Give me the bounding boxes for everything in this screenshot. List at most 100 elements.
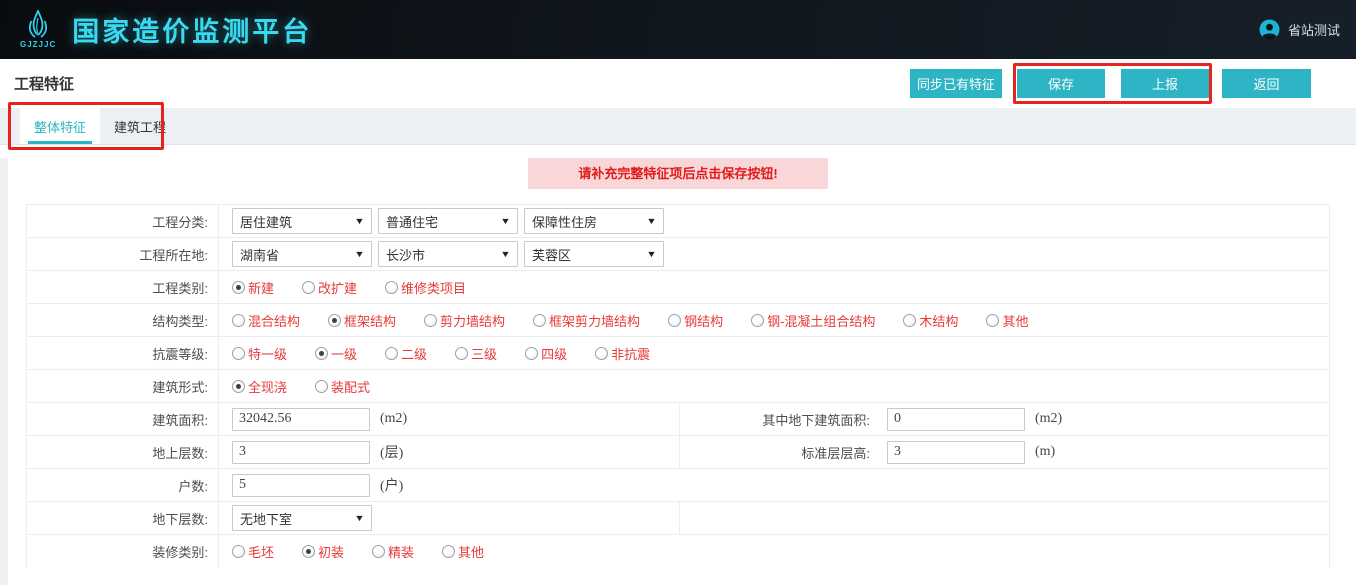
radio-maintenance-project[interactable]: 维修类项目 xyxy=(385,278,466,297)
form-row-project-type: 工程类别: 新建 改扩建 维修类项目 xyxy=(27,271,1329,304)
radio-new-construction[interactable]: 新建 xyxy=(232,278,274,297)
radio-special-grade-1[interactable]: 特一级 xyxy=(232,344,287,363)
radio-grade-2[interactable]: 二级 xyxy=(385,344,427,363)
radio-basic-decoration[interactable]: 初装 xyxy=(302,542,344,561)
form-row-building-form: 建筑形式: 全现浇 装配式 xyxy=(27,370,1329,403)
radio-renovation-expansion[interactable]: 改扩建 xyxy=(302,278,357,297)
form-row-structure-type: 结构类型: 混合结构 框架结构 剪力墙结构 框架剪力墙结构 xyxy=(27,304,1329,337)
radio-circle-icon xyxy=(751,314,764,327)
standard-floor-height-label: 标准层层高: xyxy=(680,443,870,462)
radio-grade-3[interactable]: 三级 xyxy=(455,344,497,363)
radio-other-decoration[interactable]: 其他 xyxy=(442,542,484,561)
dropdown-arrow-icon: ▼ xyxy=(500,216,511,226)
radio-circle-icon xyxy=(302,545,315,558)
underground-area-unit: (m2) xyxy=(1035,411,1062,427)
radio-cast-in-place[interactable]: 全现浇 xyxy=(232,377,287,396)
tab-construction-engineering[interactable]: 建筑工程 xyxy=(100,108,180,144)
radio-fine-decoration[interactable]: 精装 xyxy=(372,542,414,561)
form-row-seismic-grade: 抗震等级: 特一级 一级 二级 三级 xyxy=(27,337,1329,370)
form-row-underground-floors: 地下层数: 无地下室 ▼ xyxy=(27,502,1329,535)
radio-non-seismic[interactable]: 非抗震 xyxy=(595,344,650,363)
main-content: 请补充完整特征项后点击保存按钮! 工程分类: 居住建筑 ▼ 普通住宅 ▼ 保障性… xyxy=(0,158,1356,568)
form-row-decoration-type: 装修类别: 毛坯 初装 精装 其他 xyxy=(27,535,1329,568)
building-form-label: 建筑形式: xyxy=(27,370,219,402)
save-button[interactable]: 保存 xyxy=(1017,69,1105,98)
underground-floors-label: 地下层数: xyxy=(27,502,219,534)
radio-grade-4[interactable]: 四级 xyxy=(525,344,567,363)
radio-circle-icon xyxy=(232,347,245,360)
radio-grade-1[interactable]: 一级 xyxy=(315,344,357,363)
radio-rough-decoration[interactable]: 毛坯 xyxy=(232,542,274,561)
feature-form-table: 工程分类: 居住建筑 ▼ 普通住宅 ▼ 保障性住房 ▼ 工程所在地: xyxy=(26,204,1330,568)
radio-circle-icon xyxy=(232,281,245,294)
project-class-select-3[interactable]: 保障性住房 ▼ xyxy=(524,208,664,234)
seismic-grade-label: 抗震等级: xyxy=(27,337,219,369)
form-row-building-area: 建筑面积: (m2) 其中地下建筑面积: (m2) xyxy=(27,403,1329,436)
app-header: GJZJJC 国家造价监测平台 省站测试 xyxy=(0,0,1356,59)
radio-circle-icon xyxy=(232,545,245,558)
radio-circle-icon xyxy=(533,314,546,327)
radio-circle-icon xyxy=(668,314,681,327)
floors-above-input[interactable] xyxy=(232,441,370,464)
project-class-select-1[interactable]: 居住建筑 ▼ xyxy=(232,208,372,234)
tab-overall-features[interactable]: 整体特征 xyxy=(20,108,100,144)
app-logo: GJZJJC xyxy=(20,10,56,49)
district-select[interactable]: 芙蓉区 ▼ xyxy=(524,241,664,267)
radio-steel-concrete-composite[interactable]: 钢-混凝土组合结构 xyxy=(751,311,875,330)
form-row-households: 户数: (户) xyxy=(27,469,1329,502)
form-row-floors-above: 地上层数: (层) 标准层层高: (m) xyxy=(27,436,1329,469)
back-button[interactable]: 返回 xyxy=(1222,69,1311,98)
radio-other-structure[interactable]: 其他 xyxy=(986,311,1028,330)
left-gutter xyxy=(0,158,8,585)
city-select[interactable]: 长沙市 ▼ xyxy=(378,241,518,267)
radio-circle-icon xyxy=(424,314,437,327)
radio-circle-icon xyxy=(315,380,328,393)
radio-circle-icon xyxy=(385,347,398,360)
standard-floor-height-input[interactable] xyxy=(887,441,1025,464)
radio-circle-icon xyxy=(442,545,455,558)
building-area-input[interactable] xyxy=(232,408,370,431)
user-menu[interactable]: 省站测试 xyxy=(1259,19,1340,40)
flame-logo-icon xyxy=(23,10,53,42)
radio-circle-icon xyxy=(328,314,341,327)
dropdown-arrow-icon: ▼ xyxy=(354,249,365,259)
households-input[interactable] xyxy=(232,474,370,497)
radio-frame-structure[interactable]: 框架结构 xyxy=(328,311,396,330)
sync-features-button[interactable]: 同步已有特征 xyxy=(910,69,1002,98)
underground-area-label: 其中地下建筑面积: xyxy=(680,410,870,429)
floors-above-label: 地上层数: xyxy=(27,436,219,468)
project-class-select-2[interactable]: 普通住宅 ▼ xyxy=(378,208,518,234)
radio-wood-structure[interactable]: 木结构 xyxy=(903,311,958,330)
radio-frame-shear-wall-structure[interactable]: 框架剪力墙结构 xyxy=(533,311,640,330)
dropdown-arrow-icon: ▼ xyxy=(646,249,657,259)
tab-strip: 整体特征 建筑工程 xyxy=(0,108,1356,145)
radio-circle-icon xyxy=(232,380,245,393)
project-class-label: 工程分类: xyxy=(27,205,219,237)
radio-circle-icon xyxy=(302,281,315,294)
building-area-unit: (m2) xyxy=(380,411,407,427)
radio-steel-structure[interactable]: 钢结构 xyxy=(668,311,723,330)
radio-circle-icon xyxy=(315,347,328,360)
user-name: 省站测试 xyxy=(1288,20,1340,39)
user-avatar-icon xyxy=(1259,19,1280,40)
radio-prefabricated[interactable]: 装配式 xyxy=(315,377,370,396)
dropdown-arrow-icon: ▼ xyxy=(500,249,511,259)
decoration-type-label: 装修类别: xyxy=(27,535,219,568)
form-row-project-class: 工程分类: 居住建筑 ▼ 普通住宅 ▼ 保障性住房 ▼ xyxy=(27,205,1329,238)
report-button[interactable]: 上报 xyxy=(1121,69,1209,98)
toolbar-buttons: 同步已有特征 保存 上报 返回 xyxy=(910,69,1311,98)
radio-mixed-structure[interactable]: 混合结构 xyxy=(232,311,300,330)
dropdown-arrow-icon: ▼ xyxy=(354,513,365,523)
province-select[interactable]: 湖南省 ▼ xyxy=(232,241,372,267)
households-unit: (户) xyxy=(380,475,403,495)
radio-shear-wall-structure[interactable]: 剪力墙结构 xyxy=(424,311,505,330)
radio-circle-icon xyxy=(986,314,999,327)
underground-floors-select[interactable]: 无地下室 ▼ xyxy=(232,505,372,531)
validation-alert: 请补充完整特征项后点击保存按钮! xyxy=(528,158,828,189)
radio-circle-icon xyxy=(455,347,468,360)
logo-text: GJZJJC xyxy=(20,40,56,49)
page-title: 工程特征 xyxy=(14,73,74,94)
underground-area-input[interactable] xyxy=(887,408,1025,431)
radio-circle-icon xyxy=(595,347,608,360)
toolbar: 工程特征 同步已有特征 保存 上报 返回 xyxy=(0,59,1356,108)
